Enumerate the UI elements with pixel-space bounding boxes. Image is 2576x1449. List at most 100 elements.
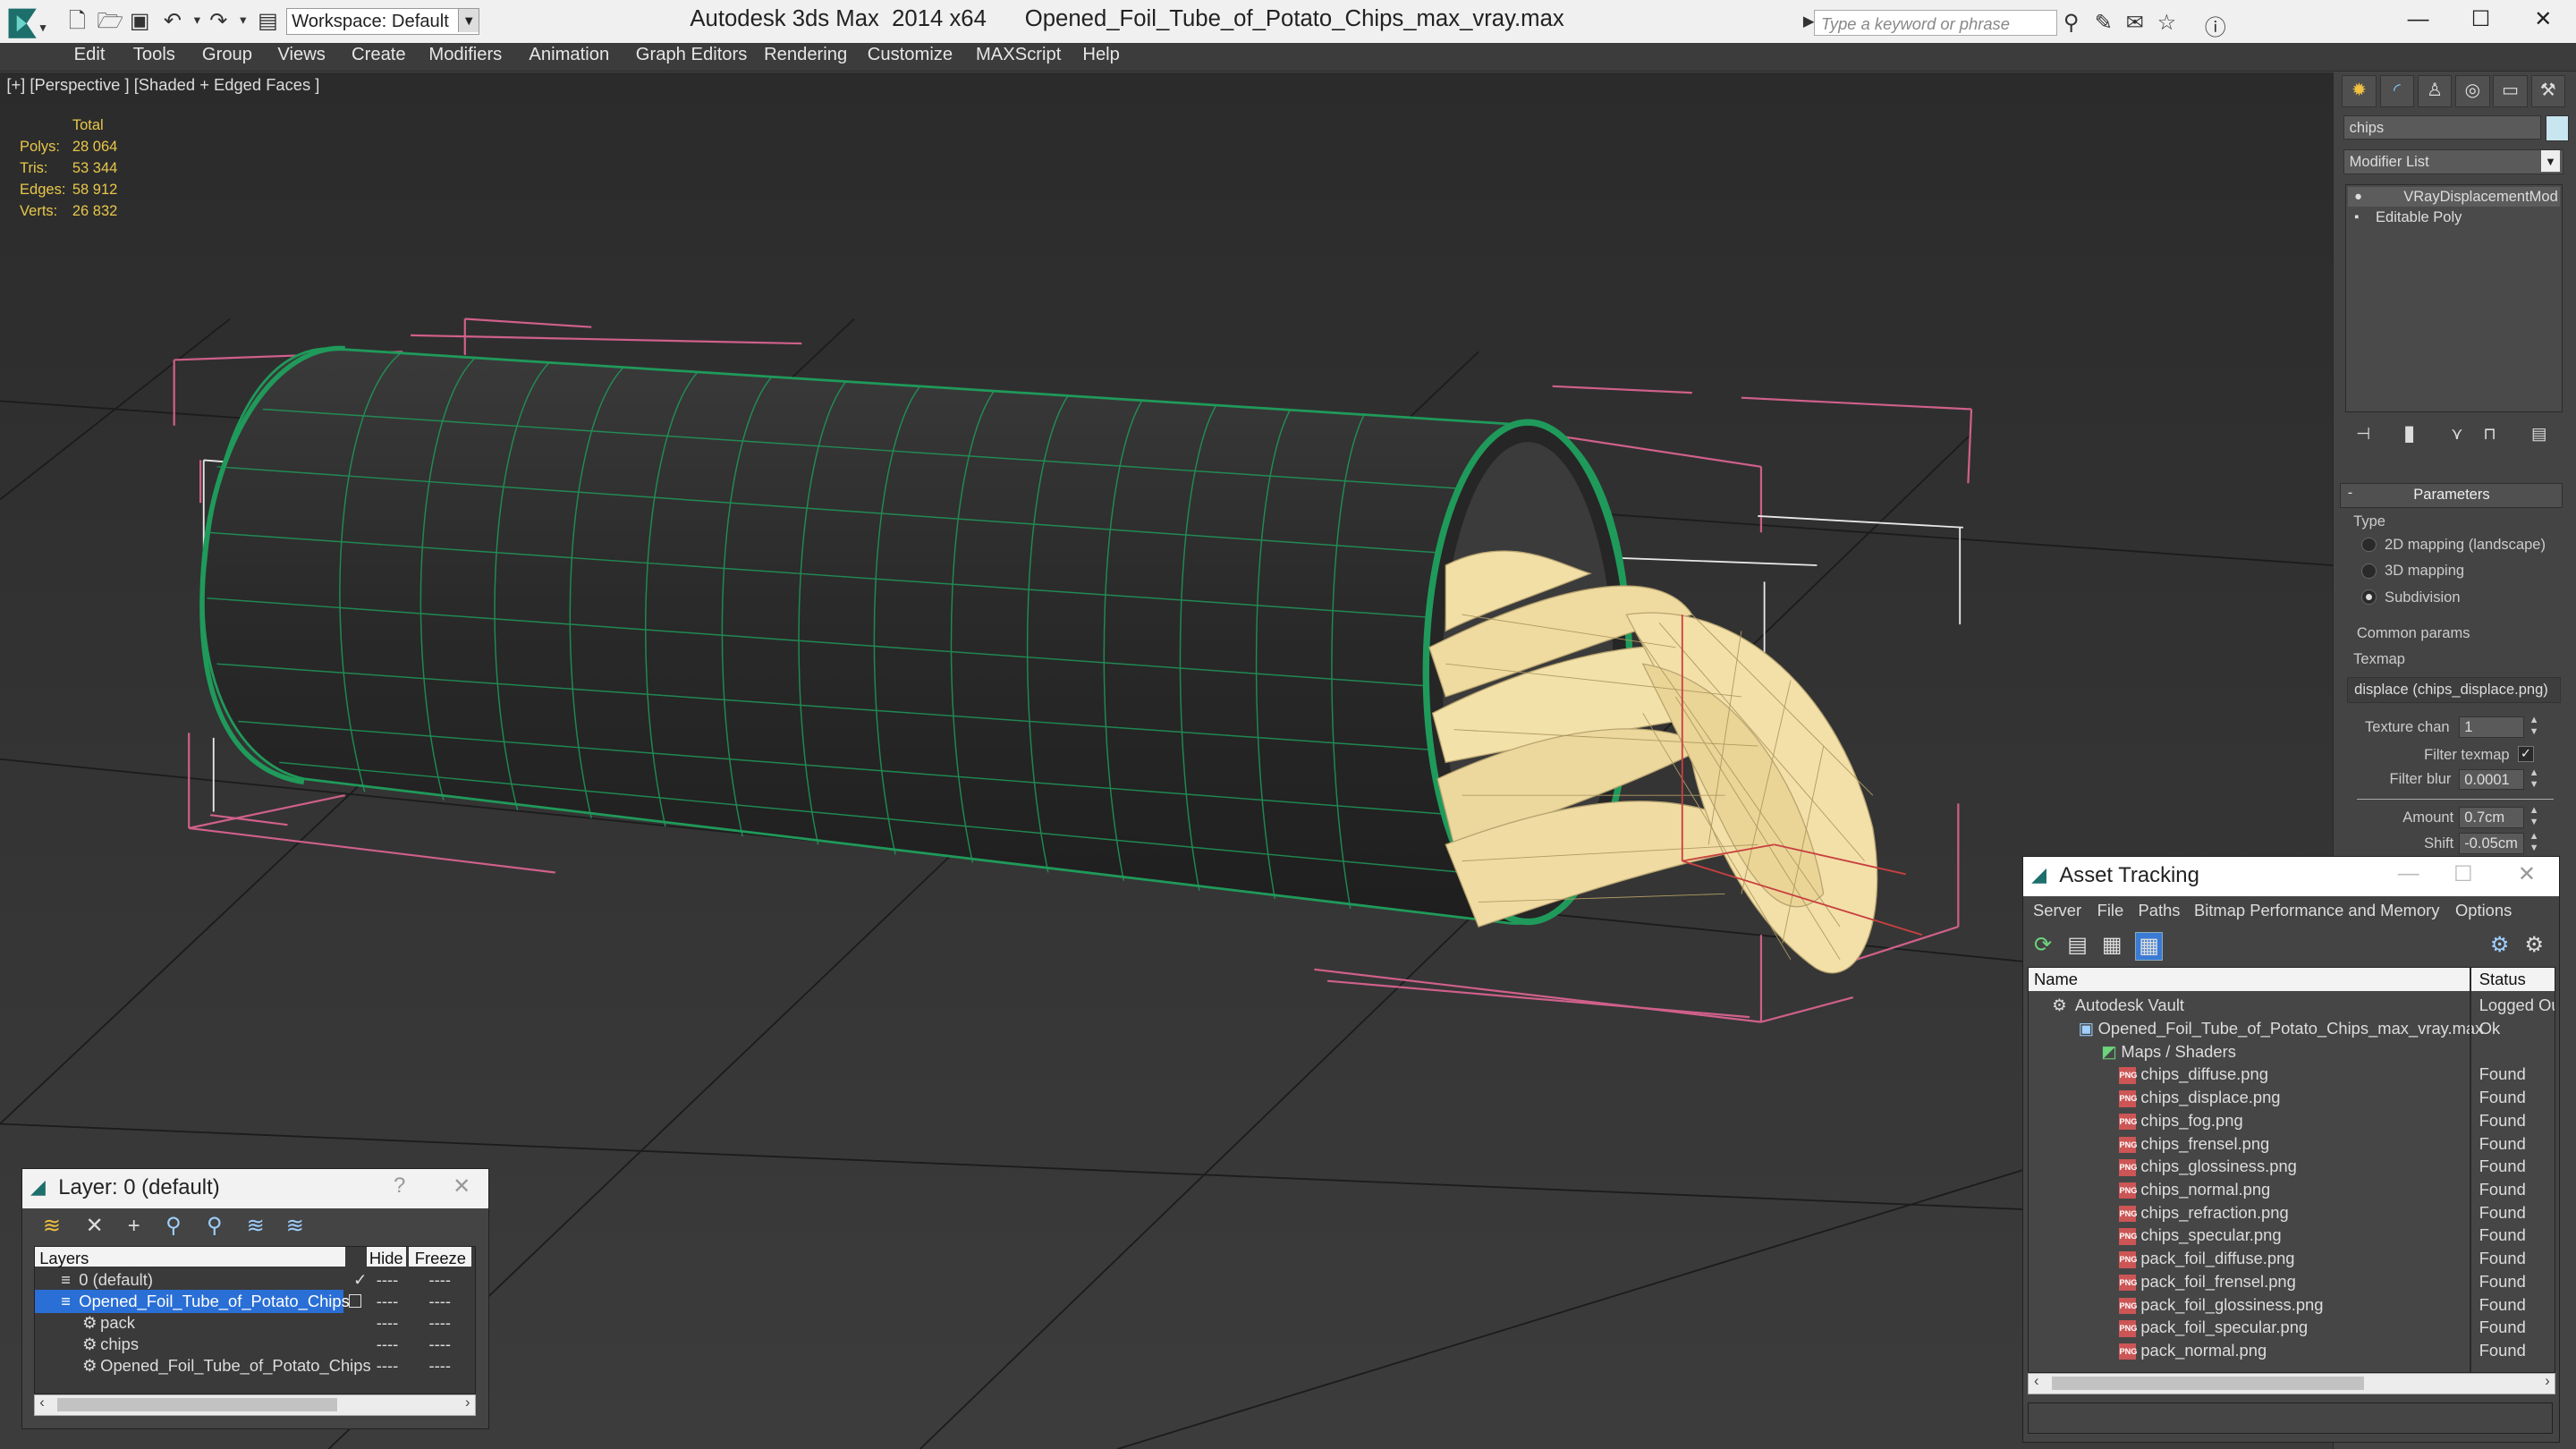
close-button[interactable]: ✕ xyxy=(2518,861,2536,887)
current-layer-toggle[interactable] xyxy=(348,1294,362,1309)
viewport-label[interactable]: [+] [Perspective ] [Shaded + Edged Faces… xyxy=(6,75,319,95)
search-input[interactable]: Type a keyword or phrase xyxy=(1813,10,2057,37)
vault-row[interactable]: ⚙ Autodesk Vault Logged Out xyxy=(2029,994,2555,1017)
map-row[interactable]: PNG chips_displace.png Found xyxy=(2029,1086,2555,1109)
amount-field[interactable]: 0.7cm xyxy=(2458,806,2525,828)
pin-stack-icon[interactable]: ⊣ xyxy=(2350,420,2376,446)
path-field[interactable] xyxy=(2028,1402,2553,1434)
refresh-icon[interactable]: ⟳ xyxy=(2029,932,2055,958)
column-hide[interactable]: Hide xyxy=(366,1247,406,1267)
minimize-button[interactable]: — xyxy=(2389,4,2448,37)
lightbulb-icon[interactable]: ● xyxy=(2354,187,2362,207)
hide-toggle[interactable]: ---- xyxy=(377,1268,398,1292)
menu-tools[interactable]: Tools xyxy=(133,45,175,65)
spinner-icon[interactable]: ▲ ▼ xyxy=(2529,767,2539,791)
menu-server[interactable]: Server xyxy=(2033,901,2081,920)
configure-modifier-sets-icon[interactable]: ▤ xyxy=(2526,420,2552,446)
redo-icon[interactable]: ↷ xyxy=(207,10,230,33)
texmap-button[interactable]: displace (chips_displace.png) xyxy=(2346,676,2561,704)
layer-object-row[interactable]: ⚙ Opened_Foil_Tube_of_Potato_Chips ---- … xyxy=(35,1354,472,1377)
layer-row-selected[interactable]: ≡ Opened_Foil_Tube_of_Potato_Chips ---- … xyxy=(34,1289,472,1313)
select-objects-icon[interactable]: ⚲ xyxy=(160,1213,186,1239)
map-row[interactable]: PNG pack_normal.png Found xyxy=(2029,1339,2555,1362)
scroll-thumb[interactable] xyxy=(57,1398,337,1411)
column-layers[interactable]: Layers xyxy=(34,1247,345,1267)
map-row[interactable]: PNG chips_normal.png Found xyxy=(2029,1178,2555,1201)
scroll-left-icon[interactable]: ‹ xyxy=(2034,1372,2039,1390)
radio-subdivision[interactable] xyxy=(2361,589,2377,606)
close-button[interactable]: ✕ xyxy=(2513,4,2572,37)
redo-dropdown-icon[interactable]: ▾ xyxy=(232,10,255,33)
map-row[interactable]: PNG chips_specular.png Found xyxy=(2029,1224,2555,1247)
scroll-thumb[interactable] xyxy=(2052,1377,2365,1390)
delete-layer-icon[interactable]: ✕ xyxy=(81,1213,107,1239)
object-name-field[interactable]: chips xyxy=(2343,114,2541,140)
menu-help[interactable]: Help xyxy=(1082,45,1120,65)
hide-toggle[interactable]: ---- xyxy=(377,1290,398,1313)
modifier-list-dropdown[interactable]: Modifier List ▼ xyxy=(2343,149,2564,174)
close-icon[interactable]: ✕ xyxy=(453,1174,470,1199)
radio-2d-mapping[interactable] xyxy=(2361,537,2377,553)
minimize-button[interactable]: — xyxy=(2398,861,2419,886)
maximize-button[interactable]: ☐ xyxy=(2451,4,2510,37)
column-freeze[interactable]: Freeze xyxy=(409,1247,472,1267)
layer-window-titlebar[interactable]: ◢ Layer: 0 (default) ? ✕ xyxy=(21,1168,489,1208)
menu-customize[interactable]: Customize xyxy=(868,45,953,65)
hide-all-layers-icon[interactable]: ≋ xyxy=(242,1213,268,1239)
favorites-star-icon[interactable]: ☆ xyxy=(2157,10,2176,36)
expand-plus-icon[interactable]: ▪ xyxy=(2354,208,2359,227)
app-logo-icon[interactable]: ▾ xyxy=(4,5,49,41)
map-row[interactable]: PNG pack_foil_frensel.png Found xyxy=(2029,1270,2555,1293)
map-row[interactable]: PNG pack_foil_specular.png Found xyxy=(2029,1316,2555,1339)
freeze-toggle[interactable]: ---- xyxy=(429,1333,451,1356)
highlight-selected-icon[interactable]: ⚲ xyxy=(201,1213,227,1239)
undo-icon[interactable]: ↶ xyxy=(161,10,184,33)
workspace-selector[interactable]: Workspace: Default ▼ xyxy=(285,8,480,35)
table-view-icon[interactable]: ▦ xyxy=(2134,932,2164,961)
project-folder-icon[interactable]: ▤ xyxy=(257,10,280,33)
menu-graph-editors[interactable]: Graph Editors xyxy=(636,45,748,65)
parameters-rollout-header[interactable]: - Parameters xyxy=(2340,482,2563,508)
layer-row[interactable]: ≡ 0 (default) ✓ ---- ---- xyxy=(35,1268,472,1292)
menu-modifiers[interactable]: Modifiers xyxy=(428,45,502,65)
map-row[interactable]: PNG chips_diffuse.png Found xyxy=(2029,1063,2555,1086)
show-end-result-icon[interactable]: ▮ xyxy=(2396,420,2422,446)
maximize-button[interactable]: ☐ xyxy=(2453,861,2472,887)
layer-object-row[interactable]: ⚙ pack ---- ---- xyxy=(35,1311,472,1335)
create-tab-icon[interactable]: ✹ xyxy=(2342,75,2377,107)
menu-group[interactable]: Group xyxy=(202,45,252,65)
make-unique-icon[interactable]: ⋎ xyxy=(2444,420,2470,446)
scroll-left-icon[interactable]: ‹ xyxy=(39,1394,45,1411)
column-name[interactable]: Name xyxy=(2029,967,2475,991)
maps-group-row[interactable]: ◩ Maps / Shaders xyxy=(2029,1040,2555,1063)
stack-item-vray-displacement[interactable]: ● VRayDisplacementMod xyxy=(2347,186,2560,207)
subscription-icon[interactable]: ✎ xyxy=(2095,10,2113,36)
horizontal-scrollbar[interactable]: ‹ › xyxy=(2028,1372,2556,1394)
map-row[interactable]: PNG pack_foil_diffuse.png Found xyxy=(2029,1247,2555,1270)
freeze-toggle[interactable]: ---- xyxy=(429,1290,451,1313)
map-row[interactable]: PNG chips_glossiness.png Found xyxy=(2029,1155,2555,1178)
spinner-icon[interactable]: ▲ ▼ xyxy=(2529,805,2539,828)
save-file-icon[interactable]: ▣ xyxy=(128,10,151,33)
filter-texmap-checkbox[interactable]: ✓ xyxy=(2517,745,2535,763)
hide-toggle[interactable]: ---- xyxy=(377,1311,398,1335)
remove-modifier-icon[interactable]: ⊓ xyxy=(2477,420,2503,446)
motion-tab-icon[interactable]: ◎ xyxy=(2455,75,2490,107)
hide-toggle[interactable]: ---- xyxy=(377,1354,398,1377)
modify-tab-icon[interactable]: ◜ xyxy=(2379,75,2415,107)
open-file-icon[interactable]: 🗁 xyxy=(97,10,123,33)
list-view-icon[interactable]: ▤ xyxy=(2064,932,2090,958)
spinner-icon[interactable]: ▲ ▼ xyxy=(2529,715,2539,738)
freeze-toggle[interactable]: ---- xyxy=(429,1311,451,1335)
horizontal-scrollbar[interactable]: ‹ › xyxy=(33,1394,476,1416)
column-status[interactable]: Status xyxy=(2472,967,2555,991)
scene-file-row[interactable]: ▣ Opened_Foil_Tube_of_Potato_Chips_max_v… xyxy=(2029,1017,2555,1040)
freeze-all-layers-icon[interactable]: ≋ xyxy=(282,1213,308,1239)
menu-options[interactable]: Options xyxy=(2455,901,2512,920)
menu-rendering[interactable]: Rendering xyxy=(764,45,847,65)
communication-icon[interactable]: ✉ xyxy=(2126,10,2144,36)
scroll-right-icon[interactable]: › xyxy=(2545,1372,2550,1390)
filter-blur-field[interactable]: 0.0001 xyxy=(2458,768,2525,791)
stack-item-editable-poly[interactable]: ▪ Editable Poly xyxy=(2348,208,2560,227)
thumbnail-view-icon[interactable]: ▦ xyxy=(2098,932,2124,958)
